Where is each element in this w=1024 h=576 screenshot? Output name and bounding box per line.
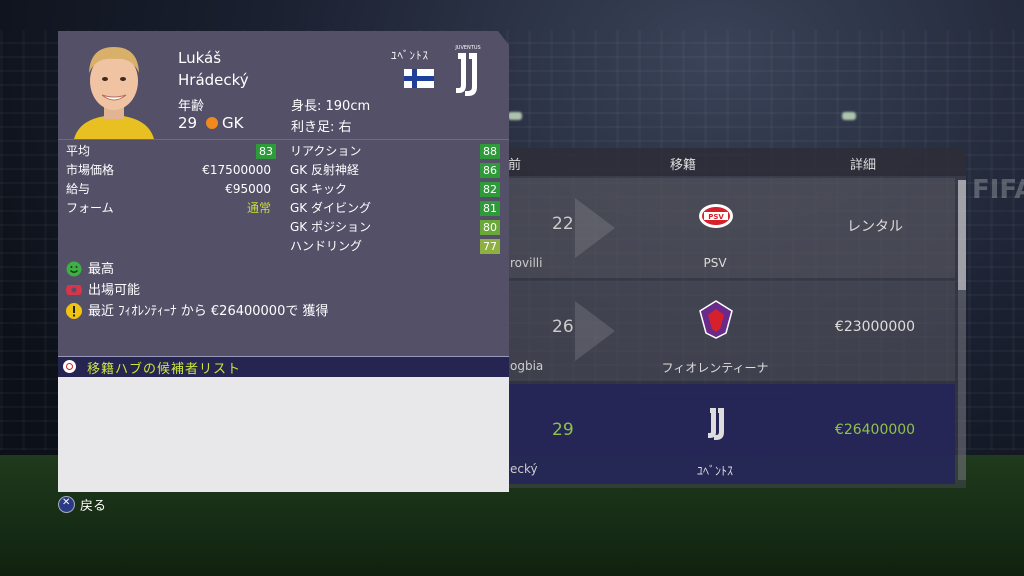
stat-label: GK 反射神経 xyxy=(290,163,359,177)
stat-badge: 88 xyxy=(480,144,500,159)
arrow-icon xyxy=(575,301,615,361)
club-name: ﾕﾍﾞﾝﾄｽ xyxy=(696,464,733,478)
shortlist-bar[interactable]: 移籍ハブの候補者リスト xyxy=(58,356,509,378)
shortlist-body xyxy=(58,377,509,492)
stadium-light xyxy=(842,112,856,120)
position-value: GK xyxy=(222,114,244,132)
alert-icon xyxy=(66,303,82,319)
stat-label: GK ポジション xyxy=(290,220,371,234)
juventus-crest-icon xyxy=(708,408,724,440)
arrow-icon xyxy=(575,198,615,258)
transfer-detail: レンタル xyxy=(847,219,903,235)
table-row[interactable]: 26 ogbia フィオレンティーナ €23000000 xyxy=(480,281,955,381)
column-header-transfer: 移籍 xyxy=(670,158,697,173)
stat-gk-kicking: GK キック 82 xyxy=(290,180,500,198)
player-card: Lukáš Hrádecký ﾕﾍﾞﾝﾄｽ JUVENTUS 年齢 29 GK … xyxy=(58,31,509,356)
transfer-list-panel: 前 移籍 詳細 22 rovilli PSV PSV レンタル 26 ogbia… xyxy=(480,148,966,488)
shortlist-title: 移籍ハブの候補者リスト xyxy=(87,362,242,377)
stat-label: ハンドリング xyxy=(290,239,363,253)
status-text: 最近 ﾌｨｵﾚﾝﾃｨｰﾅ から €26400000で 獲得 xyxy=(88,304,329,319)
stat-value: €17500000 xyxy=(202,163,271,177)
stadium-light xyxy=(508,112,522,120)
player-name: ogbia xyxy=(510,359,544,373)
svg-text:PSV: PSV xyxy=(708,213,724,221)
status-text: 最高 xyxy=(88,262,115,277)
stat-label: リアクション xyxy=(290,144,362,158)
psv-crest-icon: PSV xyxy=(699,204,733,228)
stat-badge: 81 xyxy=(480,201,500,216)
transfer-detail: €23000000 xyxy=(834,319,916,335)
scrollbar[interactable] xyxy=(958,180,966,480)
player-number: 22 xyxy=(552,214,574,234)
age-label: 年齢 xyxy=(178,99,205,114)
player-name: rovilli xyxy=(510,256,543,270)
stat-market-value: 市場価格 €17500000 xyxy=(66,161,271,179)
stat-badge: 83 xyxy=(256,144,276,159)
stat-badge: 77 xyxy=(480,239,500,254)
stat-value: €95000 xyxy=(225,182,271,196)
stat-value: 通常 xyxy=(246,201,271,215)
ticket-icon xyxy=(66,285,82,295)
club-name: フィオレンティーナ xyxy=(661,361,769,375)
back-label: 戻る xyxy=(80,499,107,514)
preferred-foot-value: 利き足: 右 xyxy=(291,120,352,135)
stat-badge: 80 xyxy=(480,220,500,235)
stat-reactions: リアクション 88 xyxy=(290,142,500,160)
fiorentina-crest-icon xyxy=(699,300,733,339)
table-row[interactable]: 22 rovilli PSV PSV レンタル xyxy=(480,178,955,278)
table-row-selected[interactable]: 29 ecký ﾕﾍﾞﾝﾄｽ €26400000 xyxy=(480,384,955,484)
divider xyxy=(58,139,509,140)
stat-wage: 給与 €95000 xyxy=(66,180,271,198)
height-value: 身長: 190cm xyxy=(291,99,371,114)
finland-flag-icon xyxy=(404,69,434,88)
stat-gk-positioning: GK ポジション 80 xyxy=(290,218,500,236)
stat-label: 給与 xyxy=(66,182,91,196)
smile-icon xyxy=(66,261,82,277)
player-number: 29 xyxy=(552,420,574,440)
stat-handling: ハンドリング 77 xyxy=(290,237,500,255)
player-number: 26 xyxy=(552,317,574,337)
club-name: ﾕﾍﾞﾝﾄｽ xyxy=(391,49,429,62)
stat-label: 市場価格 xyxy=(66,163,115,177)
transfer-list-header: 前 移籍 詳細 xyxy=(480,148,966,176)
cross-button-icon xyxy=(58,496,75,513)
juventus-logo-text: JUVENTUS xyxy=(454,45,480,51)
age-value: 29 xyxy=(178,114,198,132)
transfer-detail: €26400000 xyxy=(834,422,916,438)
stat-badge: 86 xyxy=(480,163,500,178)
stat-gk-diving: GK ダイビング 81 xyxy=(290,199,500,217)
player-name-block: Lukáš Hrádecký xyxy=(178,47,249,91)
stat-label: フォーム xyxy=(66,201,114,215)
club-name: PSV xyxy=(703,256,727,270)
fifa-logo: FIFA xyxy=(972,175,1024,205)
player-last-name: Hrádecký xyxy=(178,71,249,89)
circle-button-icon xyxy=(63,360,76,373)
scrollbar-thumb[interactable] xyxy=(958,180,966,290)
player-name: ecký xyxy=(510,462,538,476)
column-header-detail: 詳細 xyxy=(850,158,877,173)
player-photo xyxy=(66,37,162,139)
stat-gk-reflexes: GK 反射神経 86 xyxy=(290,161,500,179)
stat-label: GK キック xyxy=(290,182,347,196)
stat-badge: 82 xyxy=(480,182,500,197)
stat-label: 平均 xyxy=(66,144,91,158)
position-dot-icon xyxy=(206,117,218,129)
stat-overall: 平均 83 xyxy=(66,142,276,160)
player-first-name: Lukáš xyxy=(178,49,222,67)
juventus-logo-icon: JUVENTUS xyxy=(454,45,481,96)
stat-form: フォーム 通常 xyxy=(66,199,271,217)
column-header-name: 前 xyxy=(508,158,522,173)
status-text: 出場可能 xyxy=(88,283,141,298)
stat-label: GK ダイビング xyxy=(290,201,371,215)
